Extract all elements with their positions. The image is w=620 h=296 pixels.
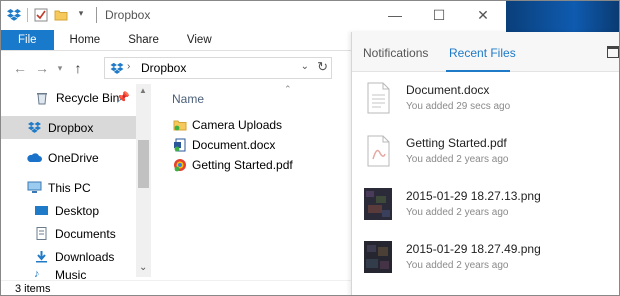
qat-separator [27, 8, 28, 22]
file-name: Document.docx [192, 137, 276, 152]
list-item[interactable]: Getting Started.pdf [173, 155, 293, 174]
nav-item-dropbox[interactable]: Dropbox [1, 116, 136, 139]
forward-arrow-icon[interactable]: → [31, 60, 53, 76]
recent-file-item[interactable]: 2015-01-29 18.27.13.png You added 2 year… [352, 188, 620, 242]
word-doc-icon [173, 138, 187, 152]
recent-file-item[interactable]: 2015-01-29 18.27.49.png You added 2 year… [352, 241, 620, 295]
nav-item-label: Music [55, 268, 87, 280]
new-folder-icon[interactable] [54, 8, 68, 22]
minimize-button[interactable]: — [373, 0, 417, 30]
recent-file-item[interactable]: Getting Started.pdf You added 2 years ag… [352, 135, 620, 189]
scroll-up-icon[interactable]: ▲ [139, 86, 147, 95]
onedrive-cloud-icon [27, 151, 42, 164]
horizontal-scrollbar[interactable]: < ⌄ [136, 262, 351, 277]
nav-item-label: Dropbox [48, 120, 94, 135]
music-note-icon: ♪ [34, 268, 40, 280]
recent-file-added: You added 2 years ago [406, 207, 509, 218]
recent-locations-icon[interactable]: ▾ [53, 63, 67, 74]
folder-icon [173, 118, 187, 132]
nav-item-label: Downloads [55, 249, 115, 264]
dropbox-icon [27, 121, 42, 134]
recent-file-name: Document.docx [406, 83, 490, 97]
back-arrow-icon[interactable]: ← [9, 60, 31, 76]
tab-share[interactable]: Share [114, 30, 173, 50]
file-name: Camera Uploads [192, 117, 283, 132]
recent-file-added: You added 2 years ago [406, 260, 509, 271]
address-dropdown-icon[interactable]: ⌄ [301, 61, 309, 72]
dropbox-logo-icon [7, 8, 21, 22]
recent-file-name: 2015-01-29 18.27.13.png [406, 189, 541, 203]
nav-item-recycle-bin[interactable]: Recycle Bin 📌 [1, 86, 136, 109]
recent-file-added: You added 2 years ago [406, 154, 509, 165]
nav-item-label: This PC [48, 180, 91, 195]
dropbox-recent-files-panel: Notifications Recent Files Document.docx… [351, 32, 620, 296]
download-arrow-icon [34, 250, 49, 263]
tab-recent-files[interactable]: Recent Files [449, 46, 516, 60]
nav-item-this-pc[interactable]: This PC [1, 176, 136, 199]
document-thumb-icon [364, 82, 392, 114]
list-item[interactable]: Camera Uploads [173, 115, 282, 134]
up-arrow-icon[interactable]: ↑ [67, 60, 89, 76]
nav-item-label: OneDrive [48, 150, 99, 165]
breadcrumb-dropbox[interactable]: Dropbox [141, 61, 186, 75]
nav-item-documents[interactable]: Documents [1, 222, 136, 245]
dropbox-folder-icon [110, 62, 124, 78]
item-count: 3 items [15, 282, 51, 295]
nav-item-downloads[interactable]: Downloads [1, 245, 136, 268]
desktop-background [506, 0, 620, 32]
tab-notifications[interactable]: Notifications [363, 46, 428, 60]
recycle-bin-icon [35, 91, 50, 105]
nav-item-label: Documents [55, 226, 116, 241]
tab-home[interactable]: Home [54, 30, 115, 50]
pdf-icon [173, 158, 187, 172]
nav-pane-scrollbar[interactable]: ▲ [136, 84, 151, 272]
recent-file-name: 2015-01-29 18.27.49.png [406, 242, 541, 256]
nav-item-music[interactable]: ♪ Music [1, 268, 136, 280]
image-thumb-icon [364, 241, 392, 273]
pdf-thumb-icon [364, 135, 392, 167]
sort-indicator-icon: ⌃ [284, 84, 292, 94]
properties-icon[interactable] [34, 8, 48, 22]
computer-icon [27, 181, 42, 194]
nav-item-label: Desktop [55, 203, 100, 218]
desktop-icon [34, 204, 49, 217]
close-button[interactable]: ✕ [461, 0, 505, 30]
scroll-down-icon[interactable]: ⌄ [139, 262, 147, 273]
nav-item-desktop[interactable]: Desktop [1, 199, 136, 222]
tab-file[interactable]: File [1, 30, 54, 50]
address-bar[interactable]: › Dropbox ⌄ ↻ [104, 57, 332, 79]
breadcrumb-chevron-icon[interactable]: › [127, 61, 130, 72]
pin-icon[interactable]: 📌 [116, 91, 130, 104]
title-bar: ▾ Dropbox — ☐ ✕ [1, 0, 507, 30]
recent-file-item[interactable]: Document.docx You added 29 secs ago [352, 82, 620, 136]
documents-icon [34, 227, 49, 240]
active-tab-indicator [446, 70, 510, 72]
title-separator [96, 7, 97, 23]
tab-view[interactable]: View [173, 30, 226, 50]
image-thumb-icon [364, 188, 392, 220]
nav-item-onedrive[interactable]: OneDrive [1, 146, 136, 169]
navigation-pane: Recycle Bin 📌 Dropbox OneDrive This PC D… [1, 84, 136, 280]
maximize-button[interactable]: ☐ [417, 0, 461, 30]
expand-window-icon[interactable] [607, 46, 619, 58]
file-name: Getting Started.pdf [192, 157, 293, 172]
recent-file-added: You added 29 secs ago [406, 101, 511, 112]
customize-qat-icon[interactable]: ▾ [74, 8, 88, 22]
scrollbar-thumb[interactable] [138, 140, 149, 188]
list-item[interactable]: Document.docx [173, 135, 275, 154]
panel-tabs: Notifications Recent Files [352, 32, 620, 72]
window-title: Dropbox [105, 8, 151, 22]
nav-item-label: Recycle Bin [56, 90, 120, 105]
column-header-name[interactable]: Name [172, 92, 204, 106]
navigation-bar: ← → ▾ ↑ › Dropbox ⌄ ↻ [1, 52, 341, 84]
recent-file-name: Getting Started.pdf [406, 136, 507, 150]
refresh-icon[interactable]: ↻ [317, 59, 328, 75]
file-list: ⌃ Name Camera Uploads Document.docx Gett… [151, 84, 351, 272]
